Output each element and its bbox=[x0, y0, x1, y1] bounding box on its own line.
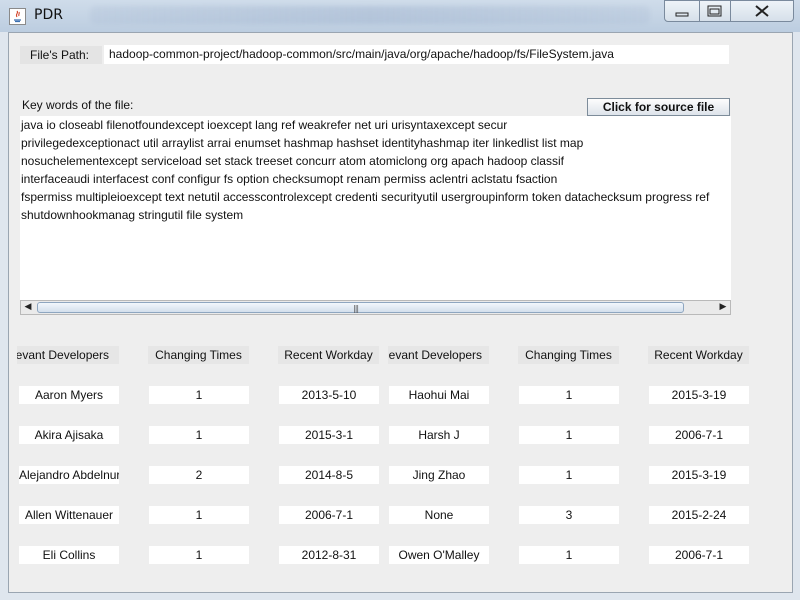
table-cell: Harsh J bbox=[389, 426, 489, 444]
window-controls bbox=[664, 0, 798, 24]
table-cell: Akira Ajisaka bbox=[19, 426, 119, 444]
minimize-icon bbox=[675, 12, 689, 17]
file-path-field[interactable]: hadoop-common-project/hadoop-common/src/… bbox=[104, 45, 729, 64]
minimize-button[interactable] bbox=[664, 0, 700, 22]
table-cell: 1 bbox=[519, 386, 619, 404]
keywords-text-area[interactable]: java io closeabl filenotfoundexcept ioex… bbox=[20, 116, 731, 300]
table-cell: Owen O'Malley bbox=[389, 546, 489, 564]
table-cell: 1 bbox=[149, 506, 249, 524]
table-cell: 1 bbox=[149, 386, 249, 404]
table-cell: 1 bbox=[519, 546, 619, 564]
header-changing-times-1: Changing Times bbox=[148, 346, 249, 364]
keywords-line: privilegedexceptionact util arraylist ar… bbox=[21, 136, 584, 150]
table-cell: Haohui Mai bbox=[389, 386, 489, 404]
keywords-line: java io closeabl filenotfoundexcept ioex… bbox=[21, 118, 508, 132]
table-cell: Allen Wittenauer bbox=[19, 506, 119, 524]
table-cell: 2015-2-24 bbox=[649, 506, 749, 524]
header-changing-times-2: Changing Times bbox=[518, 346, 619, 364]
header-relevant-developers-1: levant Developers bbox=[17, 346, 119, 364]
table-cell: 3 bbox=[519, 506, 619, 524]
table-cell: 1 bbox=[149, 546, 249, 564]
scroll-left-arrow-icon[interactable]: ◀ bbox=[21, 301, 35, 314]
window-title: PDR bbox=[34, 7, 63, 23]
table-cell: 2014-8-5 bbox=[279, 466, 379, 484]
close-button[interactable] bbox=[730, 0, 794, 22]
table-cell: 1 bbox=[149, 426, 249, 444]
title-bar-background-blur bbox=[90, 6, 650, 24]
keywords-line: interfaceaudi interfacest conf configur … bbox=[21, 172, 558, 186]
table-cell: 2006-7-1 bbox=[649, 426, 749, 444]
table-cell: 1 bbox=[519, 426, 619, 444]
java-app-icon bbox=[9, 8, 26, 25]
header-recent-workday-2: Recent Workday bbox=[648, 346, 749, 364]
keywords-horizontal-scrollbar[interactable]: ◀ ||| ▶ bbox=[20, 300, 731, 315]
maximize-button[interactable] bbox=[699, 0, 731, 22]
table-cell: Aaron Myers bbox=[19, 386, 119, 404]
table-cell: 2015-3-19 bbox=[649, 466, 749, 484]
scrollbar-grip-icon: ||| bbox=[353, 304, 359, 313]
table-cell: 2006-7-1 bbox=[649, 546, 749, 564]
keywords-line: nosuchelementexcept serviceload set stac… bbox=[21, 154, 564, 168]
table-cell: 2015-3-19 bbox=[649, 386, 749, 404]
scrollbar-thumb[interactable]: ||| bbox=[37, 302, 684, 313]
table-cell: 2012-8-31 bbox=[279, 546, 379, 564]
table-cell: 2 bbox=[149, 466, 249, 484]
table-cell: 1 bbox=[519, 466, 619, 484]
header-recent-workday-1: Recent Workday bbox=[278, 346, 379, 364]
scroll-right-arrow-icon[interactable]: ▶ bbox=[716, 301, 730, 314]
table-cell: Eli Collins bbox=[19, 546, 119, 564]
header-relevant-developers-2: levant Developers bbox=[388, 346, 489, 364]
table-cell: 2013-5-10 bbox=[279, 386, 379, 404]
keywords-line: shutdownhookmanag stringutil file system bbox=[21, 208, 244, 222]
keywords-label: Key words of the file: bbox=[22, 98, 134, 112]
file-path-label: File's Path: bbox=[20, 46, 102, 64]
table-cell: None bbox=[389, 506, 489, 524]
source-file-button[interactable]: Click for source file bbox=[587, 98, 730, 116]
maximize-icon bbox=[707, 5, 722, 17]
table-cell: Jing Zhao bbox=[389, 466, 489, 484]
table-cell: 2015-3-1 bbox=[279, 426, 379, 444]
keywords-line: fspermiss multipleioexcept text netutil … bbox=[21, 190, 710, 204]
title-bar[interactable]: PDR bbox=[0, 0, 800, 32]
table-cell: Alejandro Abdelnur bbox=[19, 466, 119, 484]
table-cell: 2006-7-1 bbox=[279, 506, 379, 524]
close-icon bbox=[755, 5, 769, 17]
